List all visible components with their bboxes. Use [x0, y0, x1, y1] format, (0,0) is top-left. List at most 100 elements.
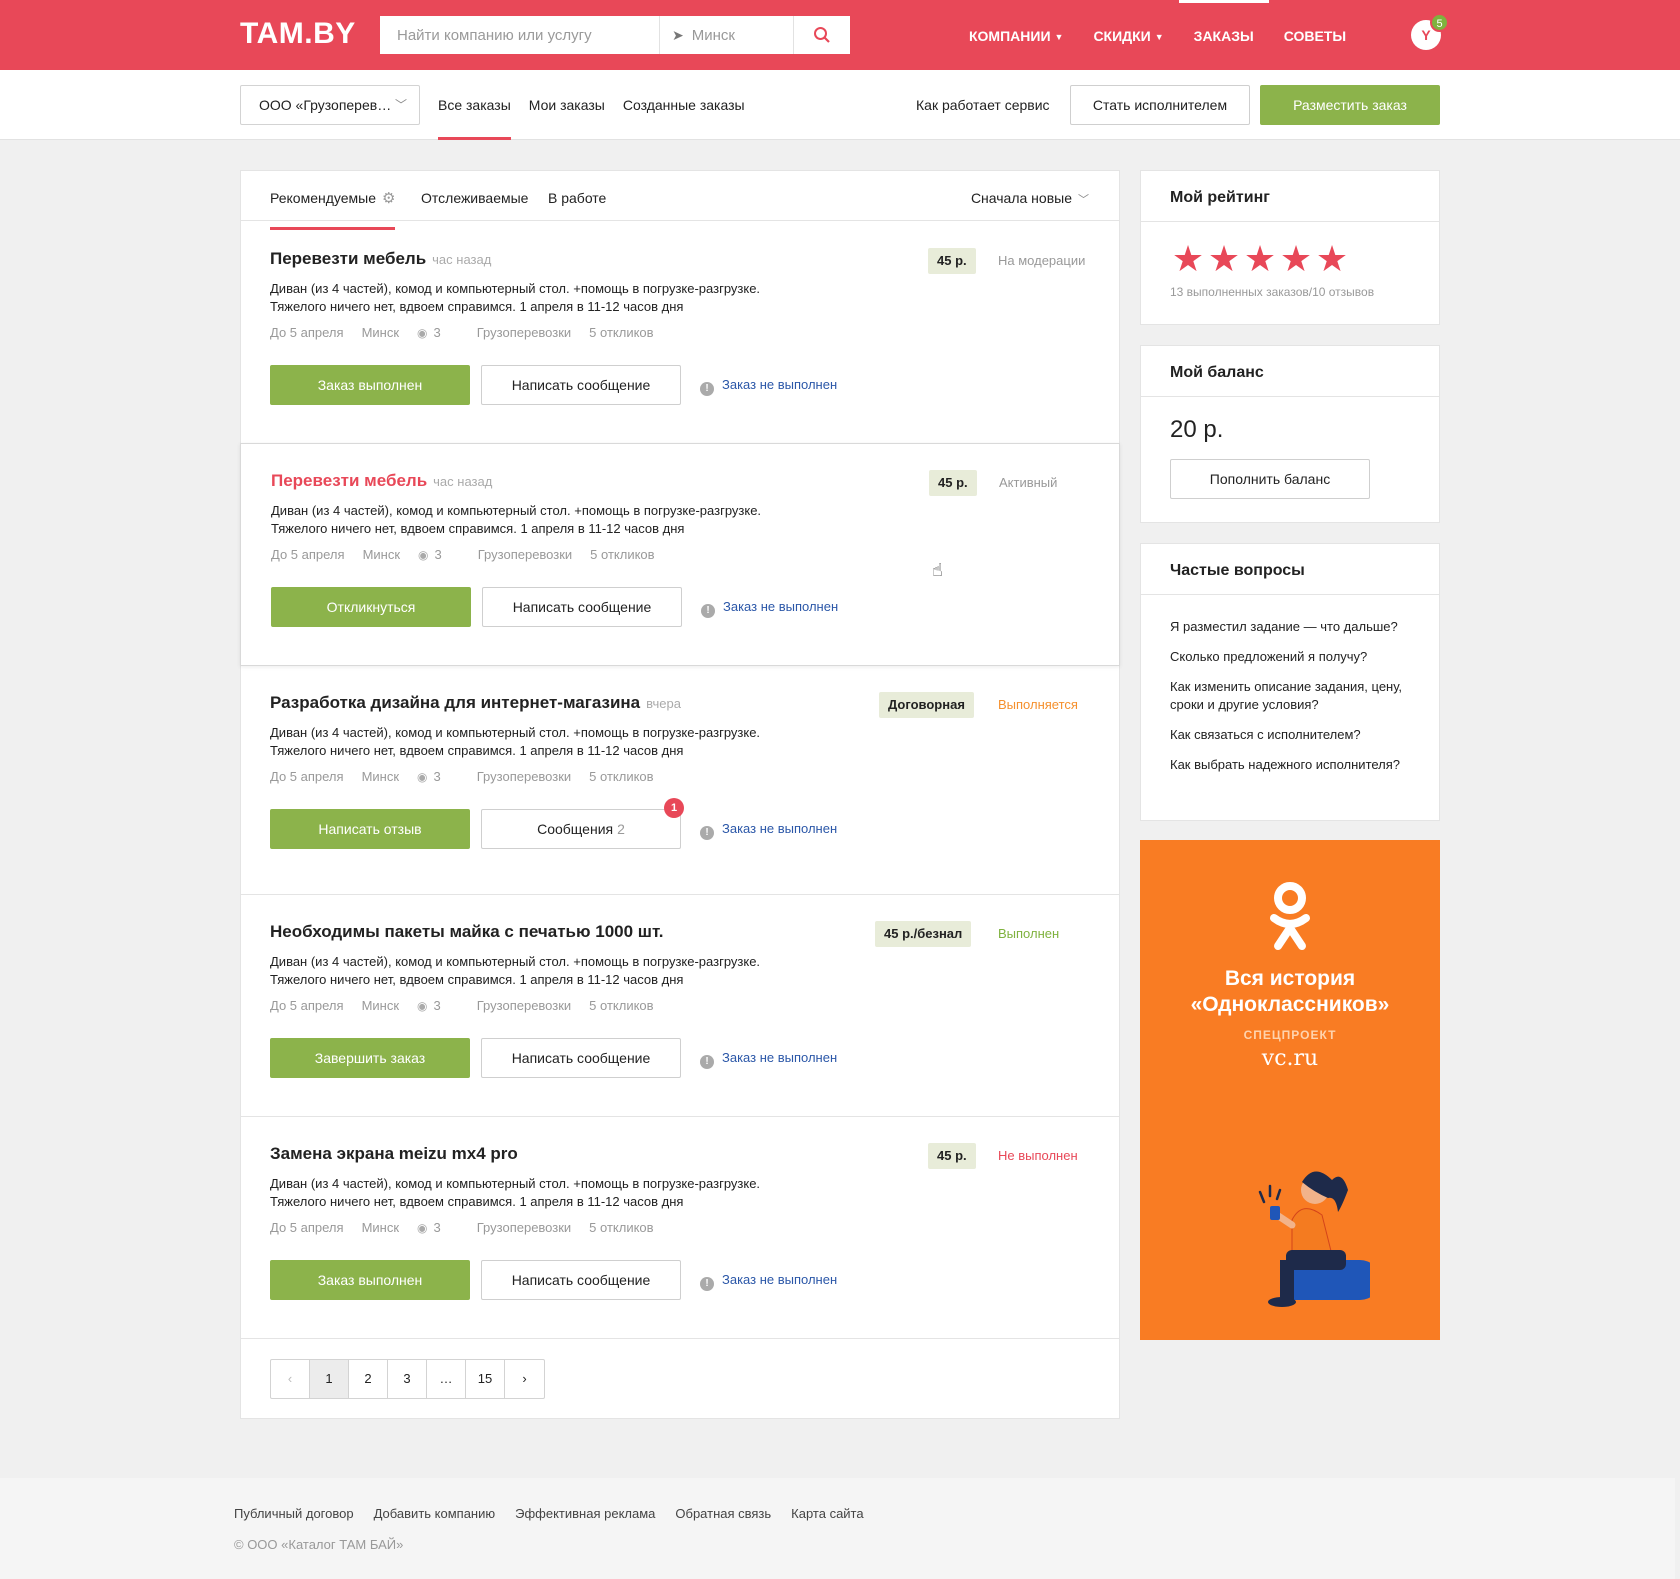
balance-title: Мой баланс	[1141, 346, 1439, 397]
order-status: На модерации	[998, 253, 1086, 268]
order-not-done-link[interactable]: ! Заказ не выполнен	[700, 365, 837, 405]
gear-icon[interactable]: ⚙	[382, 190, 395, 207]
order-card: Необходимы пакеты майка с печатью 1000 ш…	[241, 894, 1119, 1117]
order-title[interactable]: Перевезти мебель час назад	[270, 249, 491, 269]
order-views: ◉ 3	[417, 325, 441, 340]
eye-icon: ◉	[417, 326, 428, 340]
faq-item[interactable]: Сколько предложений я получу?	[1170, 648, 1420, 666]
order-not-done-link[interactable]: ! Заказ не выполнен	[700, 1260, 837, 1300]
place-order-button[interactable]: Разместить заказ	[1260, 85, 1440, 125]
write-message-button[interactable]: Написать сообщение	[481, 1038, 681, 1078]
write-review-button[interactable]: Написать отзыв	[270, 809, 470, 849]
star-icon: ★	[1243, 238, 1277, 279]
order-price: 45 р.	[928, 248, 976, 274]
order-deadline: До 5 апреля	[271, 547, 345, 562]
order-deadline: До 5 апреля	[270, 1220, 344, 1235]
search-input[interactable]	[380, 16, 660, 54]
odnoklassniki-logo-icon	[1270, 882, 1310, 950]
page-button[interactable]: 1	[310, 1360, 349, 1398]
order-price: 45 р./безнал	[875, 921, 972, 947]
next-page-button[interactable]: ›	[505, 1360, 544, 1398]
footer-link[interactable]: Добавить компанию	[374, 1506, 496, 1521]
write-message-button[interactable]: Написать сообщение	[481, 1260, 681, 1300]
order-responses: 5 откликов	[589, 325, 654, 340]
footer-link[interactable]: Публичный договор	[234, 1506, 354, 1521]
order-card: Перевезти мебель час назад 45 р. На модер…	[241, 222, 1119, 444]
page-button[interactable]: 2	[349, 1360, 388, 1398]
tab-created-orders[interactable]: Созданные заказы	[614, 70, 754, 140]
order-card: Перевезти мебель час назад 45 р. Активный…	[240, 443, 1120, 666]
order-time: час назад	[433, 474, 493, 489]
order-not-done-link[interactable]: ! Заказ не выполнен	[700, 1038, 837, 1078]
footer-link[interactable]: Эффективная реклама	[515, 1506, 655, 1521]
finish-order-button[interactable]: Завершить заказ	[270, 1038, 470, 1078]
ad-banner[interactable]: Вся история «Одноклассников» СПЕЦПРОЕКТ v…	[1140, 840, 1440, 1340]
nav-discounts[interactable]: СКИДКИ ▼	[1078, 0, 1178, 70]
order-not-done-link[interactable]: ! Заказ не выполнен	[700, 809, 837, 849]
order-category: Грузоперевозки	[476, 769, 572, 784]
nav-tips[interactable]: СОВЕТЫ	[1269, 0, 1361, 70]
page-button[interactable]: 15	[466, 1360, 505, 1398]
footer-link[interactable]: Карта сайта	[791, 1506, 863, 1521]
become-executor-button[interactable]: Стать исполнителем	[1070, 85, 1250, 125]
respond-button[interactable]: Откликнуться	[271, 587, 471, 627]
rating-summary: 13 выполненных заказов/10 отзывов	[1170, 285, 1375, 299]
faq-item[interactable]: Как изменить описание задания, цену, сро…	[1170, 678, 1420, 714]
unread-badge: 1	[664, 798, 684, 818]
order-done-button[interactable]: Заказ выполнен	[270, 365, 470, 405]
order-description: Диван (из 4 частей), комод и компьютерны…	[270, 954, 761, 987]
company-select[interactable]: ООО «Грузоперев… ﹀	[240, 85, 420, 125]
order-city: Минск	[362, 547, 401, 562]
order-title[interactable]: Замена экрана meizu mx4 pro	[270, 1144, 518, 1164]
order-title[interactable]: Перевезти мебель час назад	[271, 471, 492, 491]
faq-item[interactable]: Как связаться с исполнителем?	[1170, 726, 1420, 744]
page-button[interactable]: 3	[388, 1360, 427, 1398]
write-message-button[interactable]: Написать сообщение	[482, 587, 682, 627]
filter-tracked[interactable]: Отслеживаемые	[421, 171, 528, 225]
footer-link[interactable]: Обратная связь	[675, 1506, 771, 1521]
order-deadline: До 5 апреля	[270, 769, 344, 784]
order-meta: До 5 апреля Минск ◉ 3 Грузоперевозки 5 от…	[270, 325, 672, 340]
order-city: Минск	[361, 769, 400, 784]
faq-item[interactable]: Как выбрать надежного исполнителя?	[1170, 756, 1420, 774]
messages-button[interactable]: Сообщения 2	[481, 809, 681, 849]
nav-orders[interactable]: ЗАКАЗЫ	[1178, 0, 1269, 70]
order-title[interactable]: Необходимы пакеты майка с печатью 1000 ш…	[270, 922, 664, 942]
filter-recommended[interactable]: Рекомендуемые ⚙	[270, 171, 396, 230]
write-message-button[interactable]: Написать сообщение	[481, 365, 681, 405]
search-arrow-decoration	[836, 16, 850, 54]
rating-title: Мой рейтинг	[1141, 171, 1439, 222]
how-it-works-link[interactable]: Как работает сервис	[916, 70, 1050, 140]
footer: Публичный договор Добавить компанию Эффе…	[0, 1478, 1675, 1579]
girl-illustration-icon	[1258, 1171, 1370, 1307]
order-status: Выполняется	[998, 697, 1078, 712]
sub-bar: ООО «Грузоперев… ﹀ Все заказы Мои заказы…	[0, 70, 1680, 140]
location-arrow-icon: ➤	[672, 26, 684, 43]
order-responses: 5 откликов	[589, 1220, 654, 1235]
tab-my-orders[interactable]: Мои заказы	[520, 70, 614, 140]
eye-icon: ◉	[417, 999, 428, 1013]
faq-list: Я разместил задание — что дальше? Скольк…	[1170, 618, 1420, 786]
nav-companies[interactable]: КОМПАНИИ ▼	[954, 0, 1078, 70]
order-title[interactable]: Разработка дизайна для интернет-магазина…	[270, 693, 681, 713]
city-selector[interactable]: ➤ Минск	[660, 16, 794, 54]
search-bar: ➤ Минск	[380, 16, 850, 54]
caret-down-icon: ▼	[1054, 32, 1064, 42]
order-done-button[interactable]: Заказ выполнен	[270, 1260, 470, 1300]
caret-down-icon: ▼	[1154, 32, 1164, 42]
order-description: Диван (из 4 частей), комод и компьютерны…	[271, 503, 762, 536]
filter-in-progress[interactable]: В работе	[548, 171, 606, 225]
order-responses: 5 откликов	[590, 547, 655, 562]
prev-page-button[interactable]: ‹	[271, 1360, 310, 1398]
faq-item[interactable]: Я разместил задание — что дальше?	[1170, 618, 1420, 636]
order-card: Замена экрана meizu mx4 pro 45 р. Не вып…	[241, 1116, 1119, 1339]
order-not-done-link[interactable]: ! Заказ не выполнен	[701, 587, 838, 627]
order-price: 45 р.	[928, 1143, 976, 1169]
site-logo[interactable]: TAM.BY	[240, 17, 356, 51]
topup-balance-button[interactable]: Пополнить баланс	[1170, 459, 1370, 499]
sort-select[interactable]: Сначала новые ﹀	[971, 171, 1089, 227]
tab-all-orders[interactable]: Все заказы	[438, 70, 520, 140]
pagination: ‹ 1 2 3 … 15 ›	[270, 1359, 545, 1399]
order-city: Минск	[361, 1220, 400, 1235]
order-meta: До 5 апреля Минск ◉ 3 Грузоперевозки 5 от…	[270, 998, 672, 1013]
